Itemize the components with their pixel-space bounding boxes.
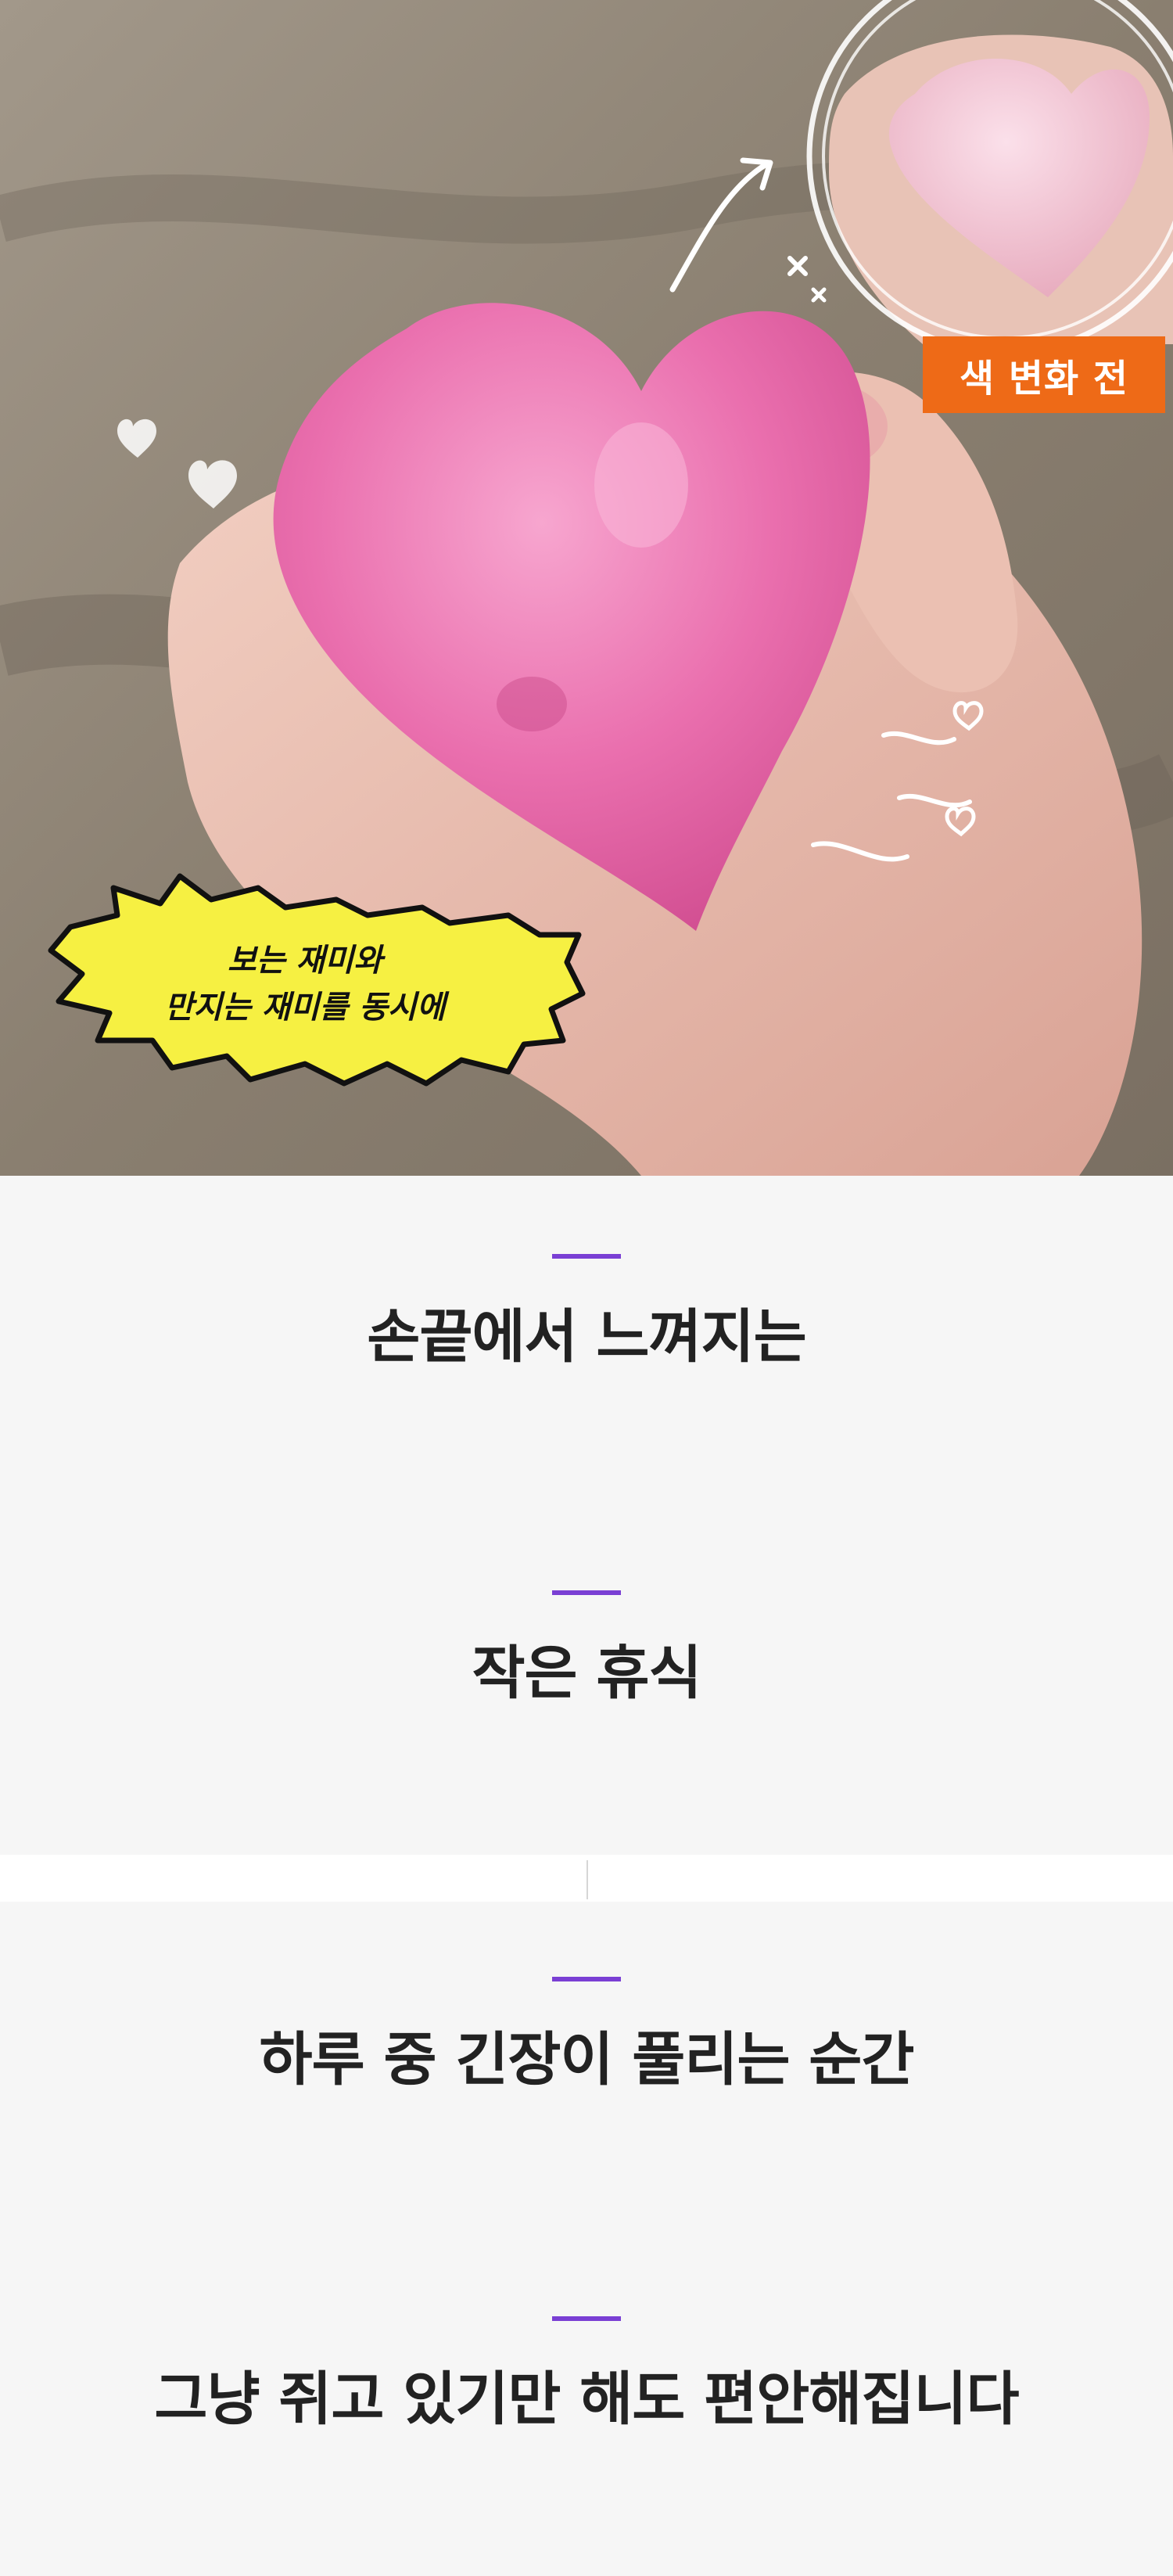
feature-heading: 그냥 쥐고 있기만 해도 편안해집니다 xyxy=(154,2366,1019,2433)
accent-bar xyxy=(552,1977,621,1981)
feature-heading: 작은 휴식 xyxy=(472,1640,701,1707)
feature-heading-block-2: 작은 휴식 xyxy=(0,1590,1173,1710)
burst-line-2: 만지는 재미를 동시에 xyxy=(164,990,446,1026)
feature-section-1: 손끝에서 느껴지는 작은 휴식 xyxy=(0,1176,1173,1855)
divider-line xyxy=(586,1860,588,1899)
feature-heading-block-1: 손끝에서 느껴지는 xyxy=(0,1254,1173,1374)
color-change-before-badge: 색 변화 전 xyxy=(923,336,1165,413)
hero-product-photo: 색 변화 전 보는 재미와 만지는 재미를 동시에 xyxy=(0,0,1173,1176)
burst-line-1: 보는 재미와 xyxy=(228,943,382,979)
feature-heading: 하루 중 긴장이 풀리는 순간 xyxy=(259,2026,915,2093)
comic-burst-caption: 보는 재미와 만지는 재미를 동시에 xyxy=(117,937,493,1031)
feature-heading: 손끝에서 느껴지는 xyxy=(367,1303,806,1371)
feature-section-2: 하루 중 긴장이 풀리는 순간 그냥 쥐고 있기만 해도 편안해집니다 xyxy=(0,1902,1173,2576)
product-detail-page: 색 변화 전 보는 재미와 만지는 재미를 동시에 손끝에서 느껴지는 작은 휴… xyxy=(0,0,1173,2576)
accent-bar xyxy=(552,1590,621,1595)
feature-heading-block-4: 그냥 쥐고 있기만 해도 편안해집니다 xyxy=(0,2316,1173,2436)
feature-heading-block-3: 하루 중 긴장이 풀리는 순간 xyxy=(0,1977,1173,2096)
accent-bar xyxy=(552,2316,621,2321)
accent-bar xyxy=(552,1254,621,1259)
